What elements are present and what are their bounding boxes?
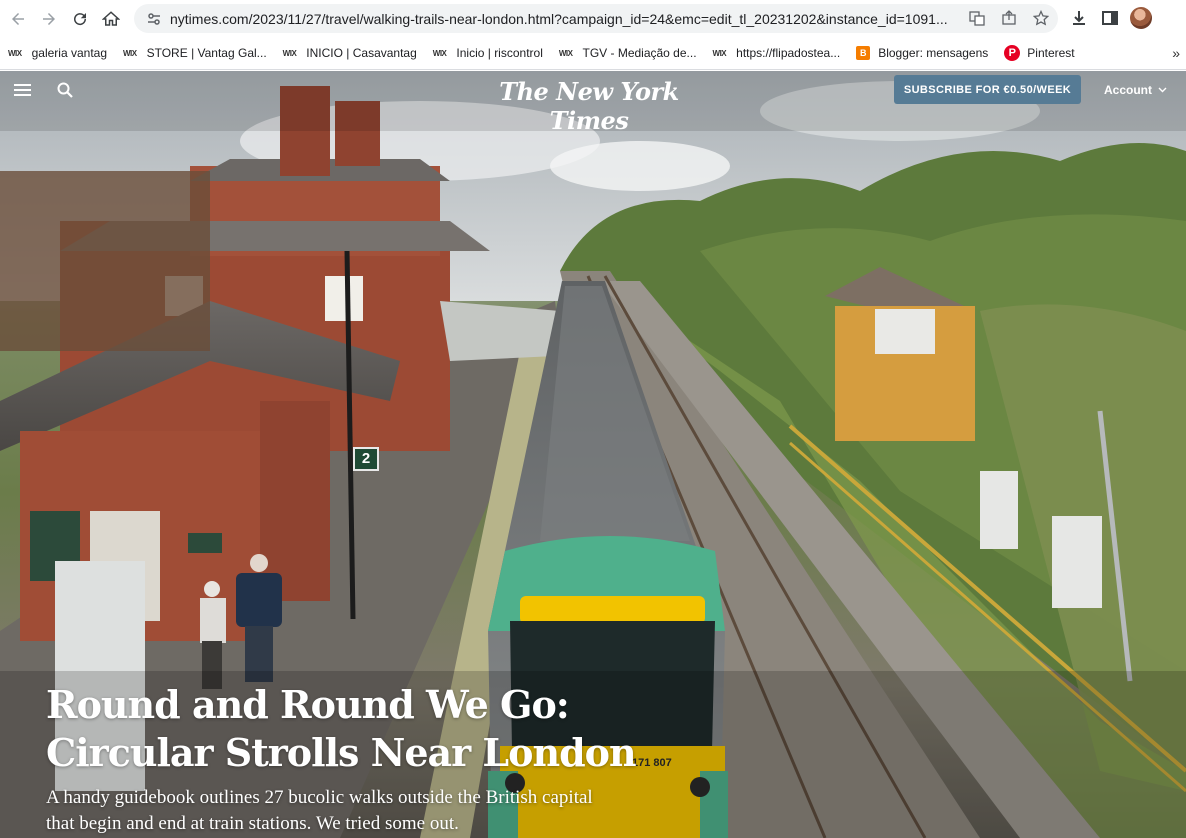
home-icon[interactable] (98, 6, 124, 32)
bookmark-label: https://flipadostea... (736, 46, 841, 60)
article-headline: Round and Round We Go: Circular Strolls … (46, 681, 686, 777)
blogger-icon: B (856, 46, 871, 60)
account-menu[interactable]: Account (1104, 83, 1167, 97)
bookmark-label: Inicio | riscontrol (456, 46, 543, 60)
back-icon[interactable] (5, 6, 31, 32)
menu-icon[interactable] (14, 84, 31, 98)
site-info-icon[interactable] (146, 11, 162, 27)
chevron-down-icon (1158, 87, 1167, 93)
bookmark-label: INICIO | Casavantag (306, 46, 417, 60)
address-bar[interactable]: nytimes.com/2023/11/27/travel/walking-tr… (134, 4, 1058, 33)
summary-line-2: that begin and end at train stations. We… (46, 813, 459, 834)
bookmark-label: Pinterest (1027, 46, 1075, 60)
subscribe-button[interactable]: SUBSCRIBE FOR €0.50/WEEK (894, 75, 1081, 104)
wix-icon: WIX (712, 48, 727, 58)
search-icon[interactable] (57, 82, 73, 98)
account-label: Account (1104, 83, 1152, 97)
profile-avatar[interactable] (1130, 7, 1152, 29)
article-hero: 2 171 807 The New York Times SUBSCRIBE F… (0, 71, 1186, 838)
bookmark-star-icon[interactable] (1032, 9, 1050, 27)
bookmark-blogger[interactable]: B Blogger: mensagens (848, 40, 996, 66)
bookmark-pinterest[interactable]: P Pinterest (996, 40, 1082, 66)
site-header: The New York Times SUBSCRIBE FOR €0.50/W… (0, 71, 1186, 135)
wix-icon: WIX (432, 48, 447, 58)
url-text[interactable]: nytimes.com/2023/11/27/travel/walking-tr… (170, 11, 950, 27)
wix-icon: WIX (123, 48, 137, 58)
bookmark-riscontrol[interactable]: WIX Inicio | riscontrol (425, 40, 551, 66)
bookmark-label: Blogger: mensagens (878, 46, 989, 60)
bookmark-flipadostea[interactable]: WIX https://flipadostea... (705, 40, 849, 66)
headline-line-1: Round and Round We Go: (46, 682, 570, 727)
wix-icon: WIX (8, 48, 22, 58)
wix-icon: WIX (558, 48, 573, 58)
bookmarks-bar: WIX galeria vantag WIX STORE | Vantag Ga… (0, 37, 1186, 70)
bookmark-store-vantag[interactable]: WIX STORE | Vantag Gal... (115, 40, 275, 66)
bookmark-casavantag[interactable]: WIX INICIO | Casavantag (275, 40, 425, 66)
more-bookmarks-icon[interactable]: » (1172, 45, 1180, 61)
side-panel-icon[interactable] (1099, 7, 1121, 29)
bookmark-label: TGV - Mediação de... (582, 46, 697, 60)
bookmark-label: galeria vantag (31, 46, 107, 60)
download-icon[interactable] (1068, 7, 1090, 29)
platform-number-sign: 2 (353, 447, 379, 471)
nyt-logo[interactable]: The New York Times (489, 77, 689, 135)
wix-icon: WIX (282, 48, 297, 58)
forward-icon[interactable] (36, 6, 62, 32)
share-icon[interactable] (1000, 9, 1018, 27)
bookmark-galeria-vantag[interactable]: WIX galeria vantag (0, 40, 115, 66)
pinterest-icon: P (1004, 45, 1021, 61)
translate-icon[interactable] (968, 9, 986, 27)
reload-icon[interactable] (67, 6, 93, 32)
browser-toolbar: nytimes.com/2023/11/27/travel/walking-tr… (0, 0, 1186, 37)
article-summary: A handy guidebook outlines 27 bucolic wa… (46, 785, 686, 837)
summary-line-1: A handy guidebook outlines 27 bucolic wa… (46, 787, 593, 808)
bookmark-tgv[interactable]: WIX TGV - Mediação de... (551, 40, 705, 66)
headline-line-2: Circular Strolls Near London (46, 730, 637, 775)
bookmark-label: STORE | Vantag Gal... (146, 46, 267, 60)
